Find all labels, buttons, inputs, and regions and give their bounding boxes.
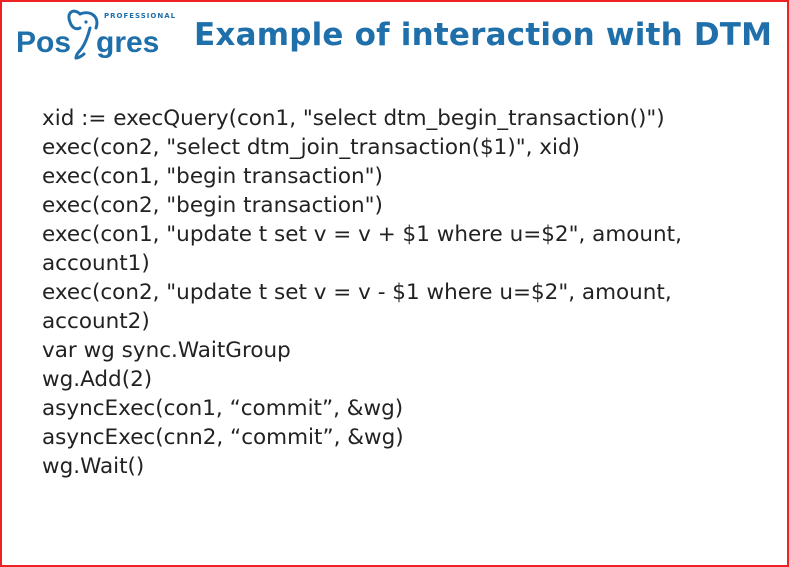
code-line: var wg sync.WaitGroup	[42, 336, 747, 365]
code-line: asyncExec(cnn2, “commit”, &wg)	[42, 423, 747, 452]
code-line: asyncExec(con1, “commit”, &wg)	[42, 394, 747, 423]
code-line: exec(con1, "update t set v = v + $1 wher…	[42, 220, 747, 278]
code-line: exec(con2, "update t set v = v - $1 wher…	[42, 278, 747, 336]
code-line: exec(con2, "select dtm_join_transaction(…	[42, 133, 747, 162]
code-line: exec(con2, "begin transaction")	[42, 191, 747, 220]
logo-tagline: PROFESSIONAL	[104, 12, 176, 20]
slide-header: Pos gres PROFESSIONAL Example of interac…	[2, 2, 787, 62]
svg-text:gres: gres	[96, 26, 159, 59]
code-line: wg.Add(2)	[42, 365, 747, 394]
code-line: exec(con1, "begin transaction")	[42, 162, 747, 191]
code-line: xid := execQuery(con1, "select dtm_begin…	[42, 104, 747, 133]
postgres-pro-logo: Pos gres PROFESSIONAL	[16, 8, 176, 62]
svg-text:Pos: Pos	[16, 26, 71, 59]
code-block: xid := execQuery(con1, "select dtm_begin…	[2, 62, 787, 481]
slide-frame: Pos gres PROFESSIONAL Example of interac…	[0, 0, 789, 567]
code-line: wg.Wait()	[42, 452, 747, 481]
slide-title: Example of interaction with DTM	[176, 17, 777, 53]
